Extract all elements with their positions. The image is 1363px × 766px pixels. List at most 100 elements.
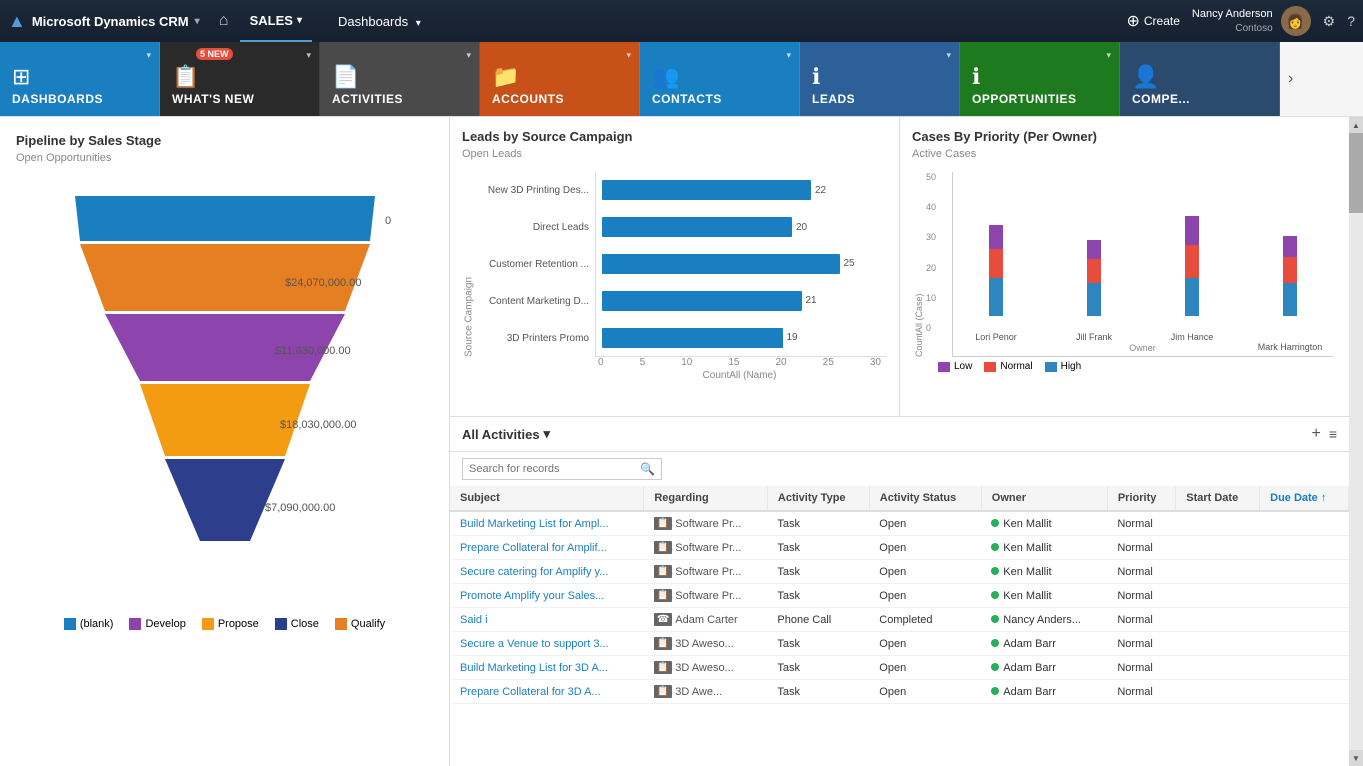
- cell-subject: Build Marketing List for 3D A...: [450, 656, 644, 680]
- cell-owner: Adam Barr: [981, 632, 1107, 656]
- home-button[interactable]: ⌂: [208, 5, 240, 37]
- search-input[interactable]: [469, 463, 640, 475]
- right-content: Leads by Source Campaign Open Leads Sour…: [450, 117, 1349, 766]
- cell-regarding: 📋 Software Pr...: [644, 560, 768, 584]
- scrollbar-thumb[interactable]: [1349, 133, 1363, 213]
- sidebar-item-activities[interactable]: 📄 ACTIVITIES ▾: [320, 42, 480, 116]
- create-button[interactable]: ⊕ Create: [1126, 11, 1179, 31]
- dashboards-label: DASHBOARDS: [12, 92, 103, 106]
- col-status[interactable]: Activity Status: [869, 486, 981, 511]
- cell-owner: Nancy Anders...: [981, 608, 1107, 632]
- funnel-svg: 0 $24,070,000.00 $11,830,000.00 $18,030,…: [55, 186, 395, 606]
- cell-due: [1260, 680, 1349, 704]
- sidebar-item-leads[interactable]: ℹ LEADS ▾: [800, 42, 960, 116]
- table-row: Build Marketing List for Ampl... 📋 Softw…: [450, 511, 1349, 536]
- leads-x-axis-label: 051015202530 CountAll (Name): [462, 357, 887, 381]
- col-subject[interactable]: Subject: [450, 486, 644, 511]
- cell-due: [1260, 536, 1349, 560]
- leads-icon: ℹ: [812, 66, 820, 88]
- cell-status: Open: [869, 511, 981, 536]
- bar-group-mark: Mark Harrington: [1247, 196, 1333, 316]
- sidebar-item-competitors[interactable]: 👤 COMPE...: [1120, 42, 1280, 116]
- sidebar-item-accounts[interactable]: 📁 ACCOUNTS ▾: [480, 42, 640, 116]
- col-type[interactable]: Activity Type: [767, 486, 869, 511]
- brand-chevron[interactable]: ▾: [195, 16, 200, 27]
- leads-chevron: ▾: [946, 50, 951, 61]
- view-toggle-button[interactable]: ≡: [1329, 426, 1337, 442]
- funnel-segment-blank: [75, 196, 375, 241]
- add-activity-button[interactable]: +: [1311, 425, 1320, 443]
- module-selector[interactable]: SALES ▾: [240, 0, 312, 42]
- help-icon[interactable]: ?: [1347, 13, 1355, 29]
- sidebar-item-opportunities[interactable]: ℹ OPPORTUNITIES ▾: [960, 42, 1120, 116]
- col-start[interactable]: Start Date: [1176, 486, 1260, 511]
- whats-new-icon: 📋: [172, 66, 199, 88]
- cell-status: Open: [869, 560, 981, 584]
- dashboards-icon: ⊞: [12, 66, 30, 88]
- activities-label: ACTIVITIES: [332, 92, 403, 106]
- gear-icon[interactable]: ⚙: [1323, 13, 1336, 30]
- cell-subject: Prepare Collateral for Amplif...: [450, 536, 644, 560]
- cell-priority: Normal: [1107, 656, 1175, 680]
- svg-text:$18,030,000.00: $18,030,000.00: [280, 419, 356, 431]
- cell-regarding: 📋 3D Awe...: [644, 680, 768, 704]
- bar-row-4: 19: [602, 328, 887, 348]
- cases-x-axis-label: Owner: [952, 343, 1333, 353]
- funnel-chart: 0 $24,070,000.00 $11,830,000.00 $18,030,…: [16, 176, 433, 640]
- legend-propose: Propose: [202, 618, 259, 630]
- cell-due: [1260, 608, 1349, 632]
- col-due[interactable]: Due Date ↑: [1260, 486, 1349, 511]
- cell-type: Task: [767, 511, 869, 536]
- cell-owner: Ken Mallit: [981, 511, 1107, 536]
- activities-header: All Activities ▾ + ≡: [450, 417, 1349, 452]
- cell-status: Open: [869, 536, 981, 560]
- col-priority[interactable]: Priority: [1107, 486, 1175, 511]
- competitors-icon: 👤: [1132, 66, 1159, 88]
- whats-new-label: WHAT'S NEW: [172, 92, 254, 106]
- search-icon[interactable]: 🔍: [640, 462, 655, 476]
- cases-chart-panel: Cases By Priority (Per Owner) Active Cas…: [900, 117, 1349, 416]
- avatar[interactable]: 👩: [1281, 6, 1311, 36]
- bar-label-0: New 3D Printing Des...: [476, 185, 589, 197]
- scroll-up-button[interactable]: ▲: [1349, 117, 1363, 133]
- bar-row-2: 25: [602, 254, 887, 274]
- cell-type: Task: [767, 632, 869, 656]
- nav-right-actions: ⊕ Create Nancy Anderson Contoso 👩 ⚙ ?: [1126, 6, 1355, 36]
- sidebar-item-whats-new[interactable]: 📋 WHAT'S NEW ▾ 5 NEW: [160, 42, 320, 116]
- brand-logo[interactable]: ▲ Microsoft Dynamics CRM ▾: [8, 11, 208, 32]
- scroll-down-button[interactable]: ▼: [1349, 750, 1363, 766]
- cell-subject: Build Marketing List for Ampl...: [450, 511, 644, 536]
- opportunities-icon: ℹ: [972, 66, 980, 88]
- activities-chevron: ▾: [466, 50, 471, 61]
- opportunities-label: OPPORTUNITIES: [972, 92, 1077, 106]
- menu-scroll-right[interactable]: ›: [1280, 42, 1301, 116]
- user-company: Contoso: [1192, 22, 1273, 35]
- cell-type: Task: [767, 560, 869, 584]
- cell-status: Open: [869, 656, 981, 680]
- module-label: SALES: [250, 13, 293, 28]
- main-content: Pipeline by Sales Stage Open Opportuniti…: [0, 117, 1363, 766]
- bar-row-0: 22: [602, 180, 887, 200]
- sidebar-item-dashboards[interactable]: ⊞ DASHBOARDS ▾: [0, 42, 160, 116]
- col-owner[interactable]: Owner: [981, 486, 1107, 511]
- activities-chevron[interactable]: ▾: [544, 426, 551, 442]
- whats-new-chevron: ▾: [306, 50, 311, 61]
- cell-start: [1176, 536, 1260, 560]
- contacts-chevron: ▾: [786, 50, 791, 61]
- cell-due: [1260, 656, 1349, 680]
- cell-subject: Secure a Venue to support 3...: [450, 632, 644, 656]
- cell-type: Phone Call: [767, 608, 869, 632]
- competitors-label: COMPE...: [1132, 92, 1190, 106]
- create-icon: ⊕: [1126, 11, 1139, 31]
- pipeline-subtitle: Open Opportunities: [16, 152, 433, 164]
- pipeline-panel: Pipeline by Sales Stage Open Opportuniti…: [0, 117, 450, 766]
- section-label[interactable]: Dashboards ▾: [328, 14, 431, 29]
- accounts-label: ACCOUNTS: [492, 92, 564, 106]
- leads-chart-title: Leads by Source Campaign: [462, 129, 887, 144]
- table-row: Said i ☎ Adam Carter Phone Call Complete…: [450, 608, 1349, 632]
- cell-priority: Normal: [1107, 632, 1175, 656]
- cell-start: [1176, 584, 1260, 608]
- sidebar-item-contacts[interactable]: 👥 CONTACTS ▾: [640, 42, 800, 116]
- col-regarding[interactable]: Regarding: [644, 486, 768, 511]
- cell-regarding: 📋 3D Aweso...: [644, 632, 768, 656]
